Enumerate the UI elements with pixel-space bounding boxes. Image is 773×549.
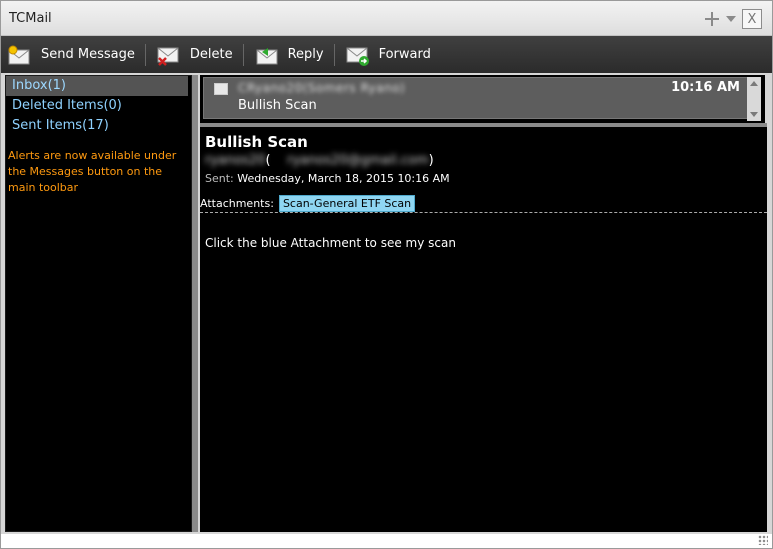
send-message-button[interactable]: Send Message — [1, 40, 141, 70]
tcmail-window: TCMail X Send Message Delete Reply Forwa… — [0, 0, 773, 549]
attachment-link[interactable]: Scan-General ETF Scan — [278, 195, 416, 212]
toolbar-divider — [144, 43, 146, 66]
message-list-scrollbar[interactable] — [747, 77, 761, 121]
move-icon[interactable] — [704, 11, 720, 27]
scroll-down-icon[interactable] — [750, 112, 758, 117]
sidebar-item-sent[interactable]: Sent Items(17) — [6, 116, 191, 136]
send-message-label: Send Message — [41, 47, 135, 62]
reader-subject: Bullish Scan — [205, 133, 308, 151]
envelope-forward-icon — [345, 44, 371, 66]
paren-open: ( — [265, 153, 271, 168]
unread-icon — [214, 83, 228, 95]
header-divider — [200, 212, 767, 213]
window-title: TCMail — [9, 11, 52, 26]
attachments-row: Attachments: Scan-General ETF Scan — [200, 195, 416, 212]
sent-value: Wednesday, March 18, 2015 10:16 AM — [237, 172, 450, 184]
sidebar-item-deleted[interactable]: Deleted Items(0) — [6, 96, 191, 116]
sender-name: ryanos20 — [205, 153, 266, 168]
delete-button[interactable]: Delete — [150, 40, 239, 70]
envelope-reply-icon — [254, 44, 280, 66]
chevron-down-icon[interactable] — [726, 16, 736, 22]
reader-from: ryanos20( ryanos20@gmail.com) — [205, 153, 434, 168]
paren-close: ) — [428, 153, 434, 168]
close-icon[interactable]: X — [742, 9, 762, 29]
alerts-notice: Alerts are now available under the Messa… — [8, 149, 177, 194]
attachments-label: Attachments: — [200, 197, 274, 210]
sidebar-item-inbox[interactable]: Inbox(1) — [6, 76, 188, 96]
message-list: CRyano20(Somers Ryano) 10:16 AM Bullish … — [200, 75, 765, 123]
message-body: Click the blue Attachment to see my scan — [205, 236, 456, 250]
forward-button[interactable]: Forward — [339, 40, 437, 70]
envelope-star-icon — [7, 44, 33, 66]
list-item[interactable]: CRyano20(Somers Ryano) 10:16 AM Bullish … — [203, 77, 748, 119]
status-strip — [1, 534, 772, 548]
toolbar-divider — [242, 43, 244, 66]
folder-sidebar: Inbox(1) Deleted Items(0) Sent Items(17)… — [5, 75, 192, 532]
envelope-x-icon — [156, 44, 182, 66]
delete-label: Delete — [189, 47, 233, 62]
title-controls: X — [704, 9, 762, 29]
reader-sent: Sent: Wednesday, March 18, 2015 10:16 AM — [205, 172, 450, 184]
forward-label: Forward — [378, 47, 431, 62]
toolbar-divider — [333, 43, 335, 66]
message-subject: Bullish Scan — [238, 98, 317, 113]
vertical-splitter[interactable] — [192, 75, 198, 532]
reply-button[interactable]: Reply — [248, 40, 330, 70]
message-sender: CRyano20(Somers Ryano) — [238, 81, 406, 95]
toolbar: Send Message Delete Reply Forward — [1, 36, 772, 73]
sent-label: Sent: — [205, 172, 234, 184]
title-bar[interactable]: TCMail X — [1, 1, 772, 36]
message-time: 10:16 AM — [671, 80, 740, 95]
scroll-up-icon[interactable] — [750, 81, 758, 86]
reply-label: Reply — [287, 47, 324, 62]
resize-grip-icon[interactable] — [758, 535, 768, 545]
reading-pane: Bullish Scan ryanos20( ryanos20@gmail.co… — [200, 127, 767, 532]
sender-email: ryanos20@gmail.com — [287, 153, 429, 168]
